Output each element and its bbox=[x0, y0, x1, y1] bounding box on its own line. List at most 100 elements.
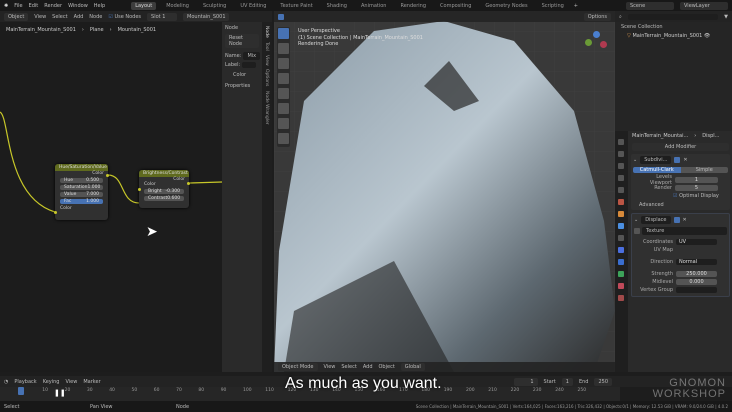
object-tab-icon[interactable] bbox=[618, 211, 624, 217]
measure-tool-icon[interactable] bbox=[278, 133, 289, 144]
sidebar-tab-view[interactable]: View bbox=[264, 55, 269, 66]
blender-logo-icon[interactable]: ✺ bbox=[4, 3, 8, 9]
saturation-field[interactable]: Saturation 1.000 bbox=[60, 185, 103, 190]
tab-shading[interactable]: Shading bbox=[323, 2, 351, 10]
coordinates-dropdown[interactable]: UV bbox=[676, 238, 717, 245]
bright-field[interactable]: Bright -0.300 bbox=[144, 189, 184, 194]
modifier-name-input[interactable]: Subdivi... bbox=[640, 156, 672, 164]
cursor-tool-icon[interactable] bbox=[278, 43, 289, 54]
texture-icon[interactable] bbox=[634, 228, 640, 234]
object-type-dropdown[interactable]: Object bbox=[4, 12, 29, 21]
texture-selector[interactable]: Texture bbox=[642, 227, 727, 235]
scene-collection[interactable]: Scene Collection bbox=[615, 22, 732, 32]
menu-edit[interactable]: Edit bbox=[29, 3, 39, 9]
input-socket[interactable] bbox=[138, 188, 141, 191]
texture-tab-icon[interactable] bbox=[618, 295, 624, 301]
tab-animation[interactable]: Animation bbox=[357, 2, 391, 10]
object-mode-dropdown[interactable]: Object Mode bbox=[278, 363, 318, 371]
output-socket[interactable] bbox=[187, 182, 190, 185]
menu-object[interactable]: Object bbox=[379, 364, 395, 370]
color-subpanel[interactable]: Color bbox=[233, 72, 259, 78]
tab-layout[interactable]: Layout bbox=[131, 1, 157, 10]
search-icon[interactable]: ⌕ bbox=[619, 14, 622, 20]
material-selector[interactable]: Mountain_S001 bbox=[183, 12, 230, 21]
playhead[interactable] bbox=[18, 387, 24, 395]
annotate-tool-icon[interactable] bbox=[278, 118, 289, 129]
input-socket[interactable] bbox=[54, 211, 57, 214]
menu-select[interactable]: Select bbox=[341, 364, 356, 370]
menu-view[interactable]: View bbox=[324, 364, 336, 370]
fac-field[interactable]: Fac 1.000 bbox=[60, 199, 103, 204]
select-tool-icon[interactable] bbox=[278, 28, 289, 39]
sidebar-tab-node[interactable]: Node bbox=[264, 26, 269, 38]
slot-dropdown[interactable]: Slot 1 bbox=[147, 12, 178, 21]
filter-icon[interactable]: ▼ bbox=[724, 14, 728, 20]
constraints-tab-icon[interactable] bbox=[618, 259, 624, 265]
options-dropdown[interactable]: Options bbox=[583, 12, 611, 21]
tab-uv-editing[interactable]: UV Editing bbox=[236, 2, 270, 10]
outliner-search[interactable] bbox=[627, 13, 719, 20]
modifier-name-input[interactable]: Displace bbox=[641, 216, 671, 224]
catmull-clark-button[interactable]: Catmull-Clark bbox=[633, 167, 681, 173]
advanced-subpanel[interactable]: Advanced bbox=[633, 202, 728, 208]
simple-button[interactable]: Simple bbox=[680, 167, 728, 173]
end-frame-field[interactable]: 250 bbox=[594, 377, 612, 386]
menu-add[interactable]: Add bbox=[74, 14, 84, 20]
view-layer-tab-icon[interactable] bbox=[618, 175, 624, 181]
use-nodes-checkbox[interactable]: ☑ Use Nodes bbox=[108, 14, 141, 20]
properties-subpanel[interactable]: Properties bbox=[225, 83, 259, 89]
menu-view[interactable]: View bbox=[34, 14, 46, 20]
menu-select[interactable]: Select bbox=[52, 14, 67, 20]
vertex-group-field[interactable] bbox=[676, 286, 717, 293]
tab-modeling[interactable]: Modeling bbox=[162, 2, 193, 10]
transform-tool-icon[interactable] bbox=[278, 103, 289, 114]
menu-playback[interactable]: Playback bbox=[14, 379, 36, 385]
menu-view[interactable]: View bbox=[65, 379, 77, 385]
tab-texture-paint[interactable]: Texture Paint bbox=[276, 2, 316, 10]
orientation-dropdown[interactable]: Global bbox=[400, 363, 425, 371]
direction-dropdown[interactable]: Normal bbox=[676, 258, 717, 265]
physics-tab-icon[interactable] bbox=[618, 247, 624, 253]
visibility-icons[interactable] bbox=[674, 157, 681, 163]
world-tab-icon[interactable] bbox=[618, 199, 624, 205]
tab-scripting[interactable]: Scripting bbox=[538, 2, 568, 10]
scene-tab-icon[interactable] bbox=[618, 187, 624, 193]
current-frame-field[interactable]: 1 bbox=[513, 377, 538, 386]
sidebar-tab-tool[interactable]: Tool bbox=[264, 42, 269, 51]
start-frame-field[interactable]: 1 bbox=[561, 377, 573, 386]
node-section-header[interactable]: Node bbox=[225, 25, 259, 31]
contrast-field[interactable]: Contrast 0.600 bbox=[144, 196, 184, 201]
menu-render[interactable]: Render bbox=[44, 3, 62, 9]
value-field[interactable]: Value 7.000 bbox=[60, 192, 103, 197]
select-box-icon[interactable] bbox=[278, 13, 284, 20]
sidebar-tab-node-wrangler[interactable]: Node Wrangler bbox=[264, 91, 269, 125]
rotate-tool-icon[interactable] bbox=[278, 73, 289, 84]
timeline-editor-icon[interactable]: ◔ bbox=[4, 379, 8, 385]
material-tab-icon[interactable] bbox=[618, 283, 624, 289]
menu-marker[interactable]: Marker bbox=[83, 379, 100, 385]
menu-help[interactable]: Help bbox=[94, 3, 105, 9]
add-workspace-button[interactable]: + bbox=[574, 3, 578, 9]
render-levels-field[interactable]: 5 bbox=[675, 184, 718, 191]
menu-file[interactable]: File bbox=[14, 3, 22, 9]
eye-icon[interactable]: 👁 bbox=[704, 33, 710, 39]
visibility-icons[interactable] bbox=[673, 217, 680, 223]
render-tab-icon[interactable] bbox=[618, 151, 624, 157]
reset-node-button[interactable]: Reset Node bbox=[225, 34, 259, 48]
view-layer-selector[interactable]: ViewLayer bbox=[680, 1, 728, 10]
strength-field[interactable]: 250.000 bbox=[676, 270, 717, 277]
sidebar-tab-options[interactable]: Options bbox=[264, 69, 269, 86]
label-input[interactable] bbox=[242, 62, 257, 68]
3d-viewport[interactable]: Options User Perspective (1) Scene Colle… bbox=[274, 11, 615, 372]
move-tool-icon[interactable] bbox=[278, 58, 289, 69]
tool-tab-icon[interactable] bbox=[618, 139, 624, 145]
hue-saturation-value-node[interactable]: Hue/Saturation/Value Color Hue 0.500 Satu… bbox=[54, 164, 109, 220]
midlevel-field[interactable]: 0.000 bbox=[676, 278, 717, 285]
menu-add[interactable]: Add bbox=[363, 364, 373, 370]
tab-geometry-nodes[interactable]: Geometry Nodes bbox=[481, 2, 531, 10]
modifier-tab-icon[interactable] bbox=[618, 223, 624, 229]
add-modifier-button[interactable]: Add Modifier bbox=[632, 143, 729, 151]
remove-modifier-icon[interactable]: ✕ bbox=[683, 217, 687, 223]
scale-tool-icon[interactable] bbox=[278, 88, 289, 99]
optimal-display-checkbox[interactable]: ☑ Optimal Display bbox=[633, 192, 728, 199]
